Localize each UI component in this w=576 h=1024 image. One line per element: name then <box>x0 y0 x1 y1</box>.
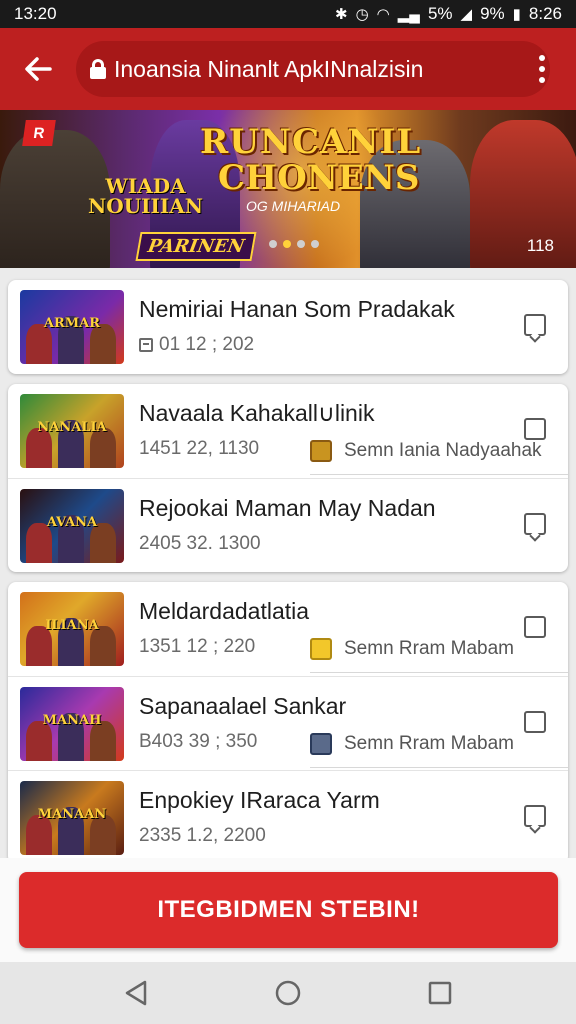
item-thumbnail: ARMAR <box>20 290 124 364</box>
item-checkbox[interactable] <box>524 805 546 827</box>
bluetooth-icon: ✱ <box>335 6 348 23</box>
item-checkbox[interactable] <box>524 513 546 535</box>
signal-icon: ▂▄ <box>397 6 420 23</box>
item-thumbnail: MANAAN <box>20 781 124 855</box>
banner-left-title: WIADA NOUIIIAN <box>88 176 203 216</box>
tag-note-icon <box>310 733 332 755</box>
triangle-back-icon[interactable] <box>123 979 149 1007</box>
thumbnail-title: ARMAR <box>43 316 101 331</box>
item-meta-text: 2405 32. 1300 <box>139 533 261 554</box>
item-checkbox[interactable] <box>524 616 546 638</box>
list-card: ARMAR Nemiriai Hanan Som Pradakak 01 12 ; … <box>8 280 568 374</box>
status-time-right: 8:26 <box>528 4 562 23</box>
signal-icon-2: ◢ <box>460 6 473 23</box>
item-meta: B403 39 ; 350 <box>139 731 257 753</box>
battery-percent-1: 5% <box>427 4 453 23</box>
carousel-dot[interactable] <box>311 240 319 248</box>
list-item[interactable]: ILIANA Meldardadatlatia 1351 12 ; 220 Semn … <box>8 582 568 676</box>
item-meta: 1451 22, 1130 <box>139 438 259 460</box>
item-meta-text: 1351 12 ; 220 <box>139 636 256 657</box>
tag-box-icon <box>310 440 332 462</box>
status-time-left: 13:20 <box>14 4 57 23</box>
square-recent-icon[interactable] <box>427 980 453 1006</box>
banner-title-line2: CHONENS <box>218 158 420 198</box>
list-card: NANALIA Navaala Kahakall∪linik 1451 22, 11… <box>8 384 568 572</box>
item-tag-label: Semn Rram Mabam <box>344 733 514 754</box>
thumbnail-title: AVANA <box>46 515 98 530</box>
item-thumbnail: ILIANA <box>20 592 124 666</box>
item-tag-label: Semn Rram Mabam <box>344 638 514 659</box>
list-item[interactable]: ARMAR Nemiriai Hanan Som Pradakak 01 12 ; … <box>8 280 568 374</box>
carousel-dot[interactable] <box>283 240 291 248</box>
thumbnail-title: MANAAN <box>37 807 107 822</box>
list-item[interactable]: MANAH Sapanaalael Sankar B403 39 ; 350 Semn… <box>8 676 568 770</box>
back-button[interactable] <box>0 28 76 110</box>
item-thumbnail: AVANA <box>20 489 124 563</box>
carousel-dot[interactable] <box>269 240 277 248</box>
item-tag-label: Semn Iania Nadyaahak <box>344 440 542 461</box>
item-meta-text: 01 12 ; 202 <box>159 334 255 355</box>
item-meta: 1351 12 ; 220 <box>139 636 255 658</box>
item-meta: 01 12 ; 202 <box>139 334 254 356</box>
url-text: Inoansia Ninanlt ApkINnalzisin <box>114 55 424 82</box>
item-checkbox[interactable] <box>524 711 546 733</box>
item-title: Meldardadatlatia <box>139 598 310 624</box>
item-title: Enpokiey IRaraca Yarm <box>139 787 380 813</box>
banner-left-title-line1: WIADA <box>105 174 186 198</box>
arrow-left-icon <box>25 57 52 81</box>
lock-icon <box>90 59 106 79</box>
primary-action-button[interactable]: ITEGBIDMEN STEBIN! <box>19 872 558 948</box>
item-title: Nemiriai Hanan Som Pradakak <box>139 296 455 322</box>
banner-left-title-line2: NOUIIIAN <box>88 194 204 218</box>
system-nav-bar <box>0 962 576 1024</box>
list-item[interactable]: AVANA Rejookai Maman May Nadan 2405 32. 13… <box>8 478 568 572</box>
banner-subtitle: OG MIHARIAD <box>246 198 341 214</box>
item-list: ARMAR Nemiriai Hanan Som Pradakak 01 12 ; … <box>8 280 568 874</box>
banner-counter: 118 <box>526 236 554 255</box>
list-item[interactable]: NANALIA Navaala Kahakall∪linik 1451 22, 11… <box>8 384 568 478</box>
banner-title-line1: RUNCANIL <box>200 122 422 162</box>
banner-left-badge: PARINEN <box>135 232 257 261</box>
item-meta: 2405 32. 1300 <box>139 533 261 555</box>
item-thumbnail: NANALIA <box>20 394 124 468</box>
status-icons: ✱ ◷ ◠ ▂▄ 5% ◢ 9% ▮ 8:26 <box>335 4 562 24</box>
character-4 <box>470 120 576 268</box>
item-title: Navaala Kahakall∪linik <box>139 400 375 426</box>
battery-icon: ▮ <box>512 6 521 23</box>
thumbnail-title: ILIANA <box>45 618 99 633</box>
alarm-icon: ◷ <box>355 6 369 23</box>
carousel-dot[interactable] <box>297 240 305 248</box>
thumbnail-title: NANALIA <box>37 420 107 435</box>
app-bar: Inoansia Ninanlt ApkINnalzisin <box>0 28 576 110</box>
brand-logo: R <box>22 120 56 146</box>
thumbnail-title: MANAH <box>42 713 102 728</box>
item-tag: Semn Rram Mabam <box>310 634 514 664</box>
carousel-dots[interactable] <box>269 240 319 248</box>
item-title: Rejookai Maman May Nadan <box>139 495 436 521</box>
hero-banner[interactable]: R WIADA NOUIIIAN PARINEN RUNCANIL CHONEN… <box>0 110 576 268</box>
item-tag: Semn Iania Nadyaahak <box>310 436 542 466</box>
item-checkbox[interactable] <box>524 314 546 336</box>
item-meta: 2335 1.2, 2200 <box>139 825 266 847</box>
status-bar: 13:20 ✱ ◷ ◠ ▂▄ 5% ◢ 9% ▮ 8:26 <box>0 0 576 28</box>
wifi-icon: ◠ <box>376 6 390 23</box>
tag-gold-icon <box>310 638 332 660</box>
list-card: ILIANA Meldardadatlatia 1351 12 ; 220 Semn … <box>8 582 568 864</box>
circle-home-icon[interactable] <box>274 979 302 1007</box>
item-meta-text: B403 39 ; 350 <box>139 731 258 752</box>
item-meta-text: 2335 1.2, 2200 <box>139 825 266 846</box>
item-tag: Semn Rram Mabam <box>310 729 514 759</box>
item-checkbox[interactable] <box>524 418 546 440</box>
url-bar[interactable]: Inoansia Ninanlt ApkINnalzisin <box>76 41 550 97</box>
list-item[interactable]: MANAAN Enpokiey IRaraca Yarm 2335 1.2, 220… <box>8 770 568 864</box>
calendar-icon <box>139 338 153 352</box>
item-thumbnail: MANAH <box>20 687 124 761</box>
item-title: Sapanaalael Sankar <box>139 693 347 719</box>
more-vertical-icon[interactable] <box>522 28 562 110</box>
item-meta-text: 1451 22, 1130 <box>139 438 260 459</box>
battery-percent-2: 9% <box>480 4 505 23</box>
